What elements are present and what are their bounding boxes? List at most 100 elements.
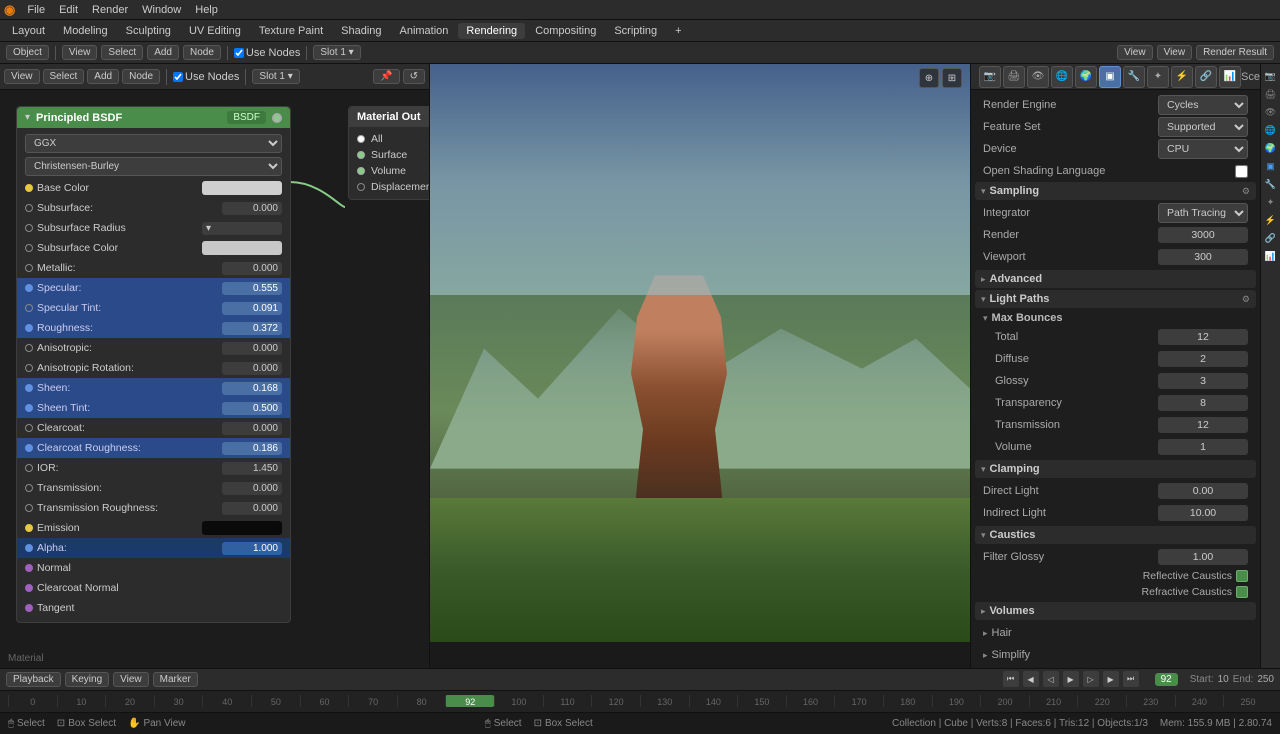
metallic-dot[interactable] (25, 264, 33, 272)
render-samples-value[interactable]: 3000 (1158, 227, 1248, 243)
light-paths-header[interactable]: ▾ Light Paths ⚙ (975, 290, 1256, 308)
node-add-btn[interactable]: Add (87, 69, 119, 84)
props-icon-particles[interactable]: ✦ (1147, 66, 1169, 88)
sheen-tint-value[interactable]: 0.500 (222, 402, 282, 415)
metallic-value[interactable]: 0.000 (222, 262, 282, 275)
add-btn[interactable]: Add (147, 45, 179, 60)
tab-sculpting[interactable]: Sculpting (118, 23, 179, 39)
base-color-dot[interactable] (25, 184, 33, 192)
jump-start-btn[interactable]: ⏮ (1003, 671, 1019, 687)
tab-uv-editing[interactable]: UV Editing (181, 23, 249, 39)
slot-selector[interactable]: Slot 1 ▾ (313, 45, 360, 60)
tab-texture-paint[interactable]: Texture Paint (251, 23, 331, 39)
alpha-value[interactable]: 1.000 (222, 542, 282, 555)
mat-all-dot[interactable] (357, 135, 365, 143)
menu-render[interactable]: Render (86, 2, 134, 18)
timeline-ruler[interactable]: 0 10 20 30 40 50 60 70 80 92 100 110 120… (0, 691, 1280, 712)
props-icon-modifiers[interactable]: 🔧 (1123, 66, 1145, 88)
tab-compositing[interactable]: Compositing (527, 23, 604, 39)
advanced-header[interactable]: ▸ Advanced (975, 270, 1256, 288)
clamping-header[interactable]: ▾ Clamping (975, 460, 1256, 478)
sheen-dot[interactable] (25, 384, 33, 392)
bsdf-output-dot[interactable] (272, 113, 282, 123)
render-overlay-btn1[interactable]: ⊕ (919, 68, 939, 88)
side-icon-particles[interactable]: ✦ (1263, 194, 1279, 210)
transmission-value[interactable]: 0.000 (222, 482, 282, 495)
max-bounces-header[interactable]: ▾ Max Bounces (975, 310, 1256, 326)
tab-layout[interactable]: Layout (4, 23, 53, 39)
props-icon-render[interactable]: 📷 (979, 66, 1001, 88)
sheen-tint-dot[interactable] (25, 404, 33, 412)
roughness-value[interactable]: 0.372 (222, 322, 282, 335)
prev-keyframe-btn[interactable]: ◁ (1043, 671, 1059, 687)
side-icon-object[interactable]: ▣ (1263, 158, 1279, 174)
volumes-header[interactable]: ▸ Volumes (975, 602, 1256, 620)
subsurface-radius-dot[interactable] (25, 224, 33, 232)
menu-file[interactable]: File (21, 2, 51, 18)
mode-selector[interactable]: Object (6, 45, 49, 60)
device-select[interactable]: CPU (1158, 139, 1248, 159)
glossy-value[interactable]: 3 (1158, 373, 1248, 389)
props-icon-object[interactable]: ▣ (1099, 66, 1121, 88)
keying-menu[interactable]: Keying (65, 672, 110, 687)
current-frame[interactable]: 92 (1155, 673, 1178, 686)
play-btn[interactable]: ▶ (1063, 671, 1079, 687)
mat-displacement-dot[interactable] (357, 183, 365, 191)
subsurface-color-dot[interactable] (25, 244, 33, 252)
filter-glossy-value[interactable]: 1.00 (1158, 549, 1248, 565)
feature-set-select[interactable]: Supported (1158, 117, 1248, 137)
open-shading-check[interactable] (1235, 165, 1248, 178)
tab-add[interactable]: + (667, 23, 689, 39)
side-icon-output[interactable]: 🖨 (1263, 86, 1279, 102)
marker-menu[interactable]: Marker (153, 672, 198, 687)
reflective-check[interactable] (1236, 570, 1248, 582)
tab-scripting[interactable]: Scripting (606, 23, 665, 39)
base-color-swatch[interactable] (202, 181, 282, 195)
bsdf-header[interactable]: ▾ Principled BSDF BSDF (17, 107, 290, 128)
transmission-value[interactable]: 12 (1158, 417, 1248, 433)
side-icon-render[interactable]: 📷 (1263, 68, 1279, 84)
side-icon-modifier[interactable]: 🔧 (1263, 176, 1279, 192)
ior-value[interactable]: 1.450 (222, 462, 282, 475)
menu-window[interactable]: Window (136, 2, 187, 18)
transparency-value[interactable]: 8 (1158, 395, 1248, 411)
subsurface-color-swatch[interactable] (202, 241, 282, 255)
direct-light-value[interactable]: 0.00 (1158, 483, 1248, 499)
tab-rendering[interactable]: Rendering (458, 23, 525, 39)
node-select-btn[interactable]: Select (43, 69, 85, 84)
node-pin-btn[interactable]: 📌 (373, 69, 399, 84)
node-slot-btn[interactable]: Slot 1 ▾ (252, 69, 299, 84)
clearcoat-rough-dot[interactable] (25, 444, 33, 452)
menu-help[interactable]: Help (189, 2, 224, 18)
emission-color-swatch[interactable] (202, 521, 282, 535)
playback-menu[interactable]: Playback (6, 672, 61, 687)
props-icon-scene[interactable]: 🌐 (1051, 66, 1073, 88)
specular-value[interactable]: 0.555 (222, 282, 282, 295)
integrator-select[interactable]: Path Tracing (1158, 203, 1248, 223)
side-icon-world[interactable]: 🌍 (1263, 140, 1279, 156)
subsurface-value[interactable]: 0.000 (222, 202, 282, 215)
use-nodes-checkbox[interactable] (234, 48, 244, 58)
node-view-btn[interactable]: View (4, 69, 40, 84)
props-icon-physics[interactable]: ⚡ (1171, 66, 1193, 88)
mat-output-header[interactable]: Material Out (349, 107, 429, 127)
props-icon-world[interactable]: 🌍 (1075, 66, 1097, 88)
props-icon-view[interactable]: 👁 (1027, 66, 1049, 88)
trans-rough-dot[interactable] (25, 504, 33, 512)
specular-tint-dot[interactable] (25, 304, 33, 312)
roughness-dot[interactable] (25, 324, 33, 332)
view-btn3[interactable]: View (1157, 45, 1193, 60)
node-node-btn[interactable]: Node (122, 69, 160, 84)
side-icon-physics[interactable]: ⚡ (1263, 212, 1279, 228)
props-icon-data[interactable]: 📊 (1219, 66, 1241, 88)
side-icon-scene[interactable]: 🌐 (1263, 122, 1279, 138)
side-icon-data[interactable]: 📊 (1263, 248, 1279, 264)
indirect-light-value[interactable]: 10.00 (1158, 505, 1248, 521)
clearcoat-rough-value[interactable]: 0.186 (222, 442, 282, 455)
ior-dot[interactable] (25, 464, 33, 472)
node-refresh-btn[interactable]: ↺ (403, 69, 425, 84)
alpha-dot[interactable] (25, 544, 33, 552)
render-result-btn[interactable]: Render Result (1196, 45, 1274, 60)
anisotropic-value[interactable]: 0.000 (222, 342, 282, 355)
transmission-dot[interactable] (25, 484, 33, 492)
